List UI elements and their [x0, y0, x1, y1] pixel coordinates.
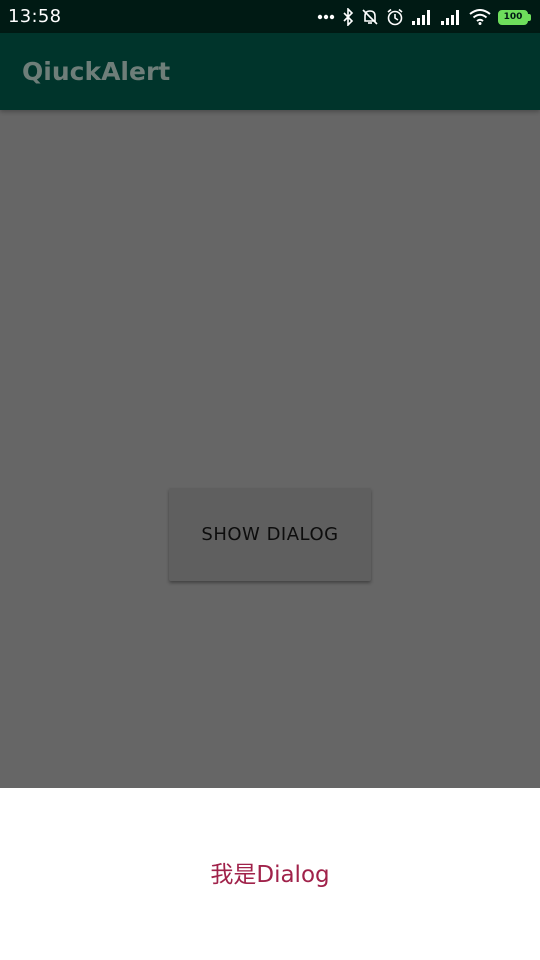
status-bar: 13:58 100 — [0, 0, 540, 33]
page-title: QiuckAlert — [22, 57, 171, 86]
signal-icon — [440, 9, 462, 25]
status-time: 13:58 — [8, 6, 62, 27]
signal-icon — [411, 9, 433, 25]
battery-level: 100 — [503, 12, 523, 22]
alarm-icon — [386, 8, 404, 26]
battery-icon: 100 — [498, 9, 532, 25]
dimmed-content[interactable]: SHOW DIALOG — [0, 110, 540, 788]
mute-icon — [361, 8, 379, 26]
dialog-message: 我是Dialog — [210, 862, 330, 888]
wifi-icon — [469, 9, 491, 25]
more-dots-icon — [317, 14, 335, 20]
app-bar: QiuckAlert — [0, 33, 540, 110]
status-icons: 100 — [317, 6, 532, 28]
bottom-dialog[interactable]: 我是Dialog — [0, 788, 540, 960]
show-dialog-button[interactable]: SHOW DIALOG — [169, 488, 371, 581]
bluetooth-icon — [342, 8, 354, 26]
